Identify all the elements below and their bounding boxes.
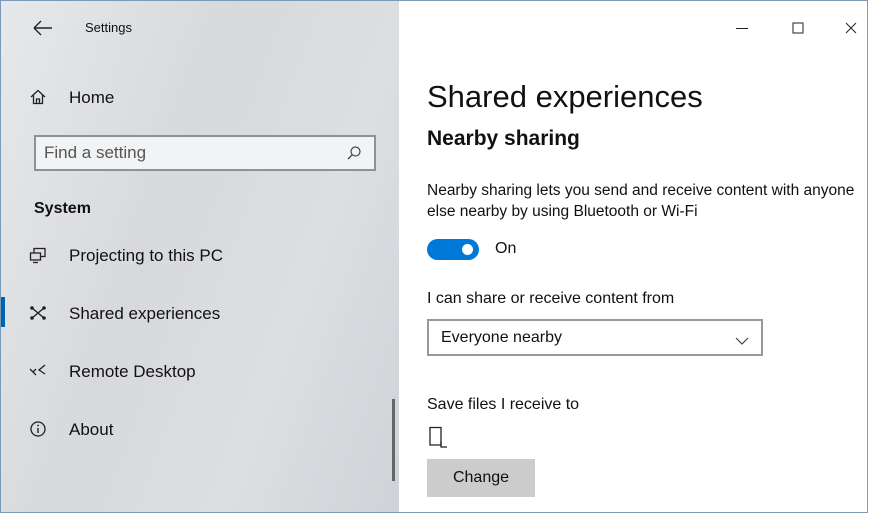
save-location-label: Save files I receive to [427,396,580,413]
toggle-state-label: On [495,240,517,257]
toggle-knob [462,244,473,255]
remote-desktop-icon [28,361,48,381]
home-icon [28,87,48,107]
change-button[interactable]: Change [427,459,535,497]
nearby-sharing-description: Nearby sharing lets you send and receive… [427,182,855,220]
sidebar: Settings Home System [1,1,399,512]
maximize-button[interactable] [783,13,813,43]
search-box[interactable] [34,135,376,171]
section-heading-system: System [34,200,91,217]
close-icon [845,22,857,34]
sidebar-item-label: About [69,420,114,439]
app-title: Settings [85,20,132,35]
sidebar-item-label: Projecting to this PC [69,246,224,265]
sidebar-item-label: Home [69,88,115,107]
content-pane: Shared experiences Nearby sharing Nearby… [399,1,867,512]
share-from-dropdown[interactable]: Everyone nearby [427,319,763,356]
page-title: Shared experiences [427,79,703,114]
sidebar-item-projecting[interactable]: Projecting to this PC [1,235,399,275]
back-arrow-icon [33,20,52,36]
sidebar-item-shared-experiences[interactable]: Shared experiences [1,293,399,333]
sidebar-scrollbar[interactable] [392,399,395,481]
search-input[interactable] [44,142,344,164]
close-button[interactable] [836,13,866,43]
sidebar-item-label: Shared experiences [69,304,221,323]
sidebar-item-home[interactable]: Home [1,77,399,117]
projecting-icon [28,245,48,265]
shared-experiences-icon [28,303,48,323]
nearby-sharing-toggle[interactable] [427,239,479,260]
back-button[interactable] [31,15,55,41]
chevron-down-icon [735,333,749,345]
sidebar-item-remote-desktop[interactable]: Remote Desktop [1,351,399,391]
sidebar-item-label: Remote Desktop [69,362,196,381]
maximize-icon [792,22,804,34]
share-from-label: I can share or receive content from [427,290,675,307]
folder-drive-icon [427,425,449,449]
minimize-icon [736,28,748,29]
sidebar-item-about[interactable]: About [1,409,399,449]
dropdown-selected-value: Everyone nearby [441,329,562,346]
info-icon [28,419,48,439]
search-icon[interactable] [346,145,362,161]
section-title-nearby-sharing: Nearby sharing [427,127,580,150]
settings-window: Settings Home System [0,0,868,513]
minimize-button[interactable] [727,13,757,43]
